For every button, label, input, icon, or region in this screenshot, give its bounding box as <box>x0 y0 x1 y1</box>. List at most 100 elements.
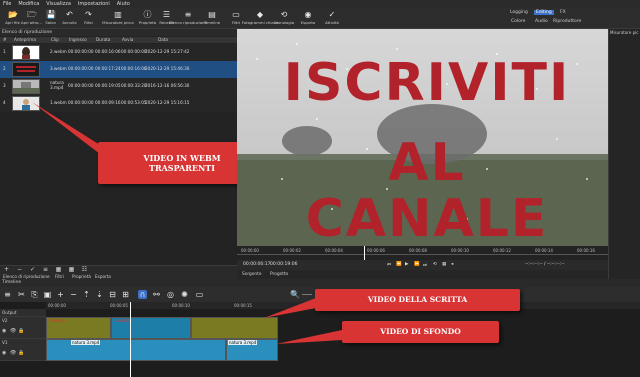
add-icon[interactable]: + <box>3 267 10 273</box>
play-icon[interactable]: ▶ <box>405 262 408 267</box>
folder-open-button[interactable]: 📂 Apri file <box>3 8 22 29</box>
mode-editing[interactable]: Editing <box>534 10 554 15</box>
row-start: 00:00:16:06 <box>121 66 147 71</box>
mute-icon[interactable]: ◉ <box>2 328 6 334</box>
callout-webm-pointer <box>32 102 100 154</box>
lock-icon[interactable]: 🔒 <box>18 328 24 334</box>
mute-icon[interactable]: ◉ <box>2 350 6 356</box>
callout-sfondo: VIDEO DI SFONDO <box>342 321 499 343</box>
menu-file[interactable]: File <box>3 1 11 7</box>
scrub-icon[interactable]: ⚯ <box>152 290 161 299</box>
menu-impostazioni[interactable]: Impostazioni <box>78 1 110 7</box>
loop-icon[interactable]: ⟲ <box>433 262 437 267</box>
toolbar-label: Salva <box>45 20 56 25</box>
menu-icon[interactable]: ≡ <box>3 290 12 299</box>
grid-icon[interactable]: ▦ <box>442 262 446 267</box>
tiles-view-icon[interactable]: ☷ <box>81 267 88 273</box>
skip-end-icon[interactable]: ⏭ <box>423 262 427 268</box>
history-button[interactable]: ⟲ Cronologia <box>272 8 296 29</box>
mode-audio[interactable]: Audio <box>535 19 548 24</box>
playlist-button[interactable]: ≡ Elenco riproduzione <box>169 8 207 29</box>
merge-icon[interactable]: ⊞ <box>121 290 130 299</box>
v1-clip-1[interactable]: natura 3.mp4 <box>46 339 226 361</box>
hide-icon[interactable]: 👁 <box>10 350 16 356</box>
col-num[interactable]: # <box>3 37 7 43</box>
col-start[interactable]: Avvia <box>122 37 133 43</box>
volume-icon[interactable]: ◂ <box>451 262 453 267</box>
undo-button[interactable]: ↶ Annulla <box>60 8 79 29</box>
ripple-all-icon[interactable]: ✺ <box>180 290 189 299</box>
ripple-markers-icon[interactable]: ▭ <box>195 290 204 299</box>
icon-view-icon[interactable]: ▦ <box>68 267 75 273</box>
lift-icon[interactable]: ⇡ <box>82 290 91 299</box>
filters-button[interactable]: ▭ Filtri <box>224 8 248 29</box>
playlist-row[interactable]: 3 natura 3.mp4 00:00:00:00 00:00:19:05 0… <box>0 78 237 95</box>
undo-icon: ↶ <box>66 10 73 19</box>
copy-icon[interactable]: ⎘ <box>30 290 39 299</box>
overlay-text-line2: AL CANALE <box>305 133 549 249</box>
v1-track-header[interactable]: V1 ◉ 👁 🔒 <box>0 339 46 361</box>
save-button[interactable]: 💾 Salva <box>41 8 60 29</box>
update-icon[interactable]: ✓ <box>29 267 36 273</box>
viewer-playhead[interactable] <box>364 246 365 260</box>
row-num: 1 <box>3 49 6 54</box>
rewind-icon[interactable]: ⏪ <box>396 262 402 267</box>
menu-visualizza[interactable]: Visualizza <box>46 1 71 7</box>
split-icon[interactable]: ⊟ <box>108 290 117 299</box>
timecode-total: 00:00:19:06 <box>270 262 298 267</box>
grid-view-icon[interactable]: ▦ <box>55 267 62 273</box>
thumbnail-portrait <box>12 45 40 60</box>
row-clip: 2.webm <box>50 49 67 54</box>
col-preview[interactable]: Anteprima <box>14 37 36 43</box>
properties-button[interactable]: ⓘ Proprietà <box>138 8 157 29</box>
playlist-row[interactable]: 2 3.webm 00:00:00:00 00:00:17:24 00:00:1… <box>0 61 237 78</box>
mode-fx[interactable]: FX <box>560 10 566 15</box>
playlist-row[interactable]: 1 2.webm 00:00:00:00 00:00:16:06 00:00:0… <box>0 44 237 61</box>
paste-icon[interactable]: ▣ <box>43 290 52 299</box>
append-icon[interactable]: + <box>56 290 65 299</box>
v2-track-header[interactable]: V2 ◉ 👁 🔒 <box>0 317 46 339</box>
col-date[interactable]: Data <box>158 37 168 43</box>
recent-button[interactable]: ☰ Recenti <box>157 8 176 29</box>
toolbar-label: Rifai <box>84 20 93 25</box>
row-duration: 00:00:16:06 <box>95 49 121 54</box>
timecode-current[interactable]: 00:00:06:17 <box>243 262 270 267</box>
list-view-icon[interactable]: ≡ <box>42 267 49 273</box>
tab-source[interactable]: Sorgente <box>242 272 261 277</box>
viewer-ruler[interactable]: 00:00:00 00:00:02 00:00:04 00:00:06 00:00:08… <box>237 246 608 260</box>
tab-project[interactable]: Progetto <box>270 272 288 277</box>
fast-forward-icon[interactable]: ⏩ <box>414 262 420 267</box>
mode-logging[interactable]: Logging <box>510 10 528 15</box>
mode-riproduttore[interactable]: Riproduttore <box>553 19 581 24</box>
col-duration[interactable]: Durata <box>96 37 110 43</box>
hide-icon[interactable]: 👁 <box>10 328 16 334</box>
ripple-icon[interactable]: ◎ <box>166 290 175 299</box>
folder-plus-button[interactable]: 🗁 Apri altro... <box>21 8 42 29</box>
skip-start-icon[interactable]: ⏮ <box>387 262 391 268</box>
menu-modifica[interactable]: Modifica <box>18 1 39 7</box>
menu-aiuto[interactable]: Aiuto <box>117 1 130 7</box>
v1-clip-2[interactable]: natura 3.mp4 <box>226 339 278 361</box>
timeline-button[interactable]: ▤ Timeline <box>200 8 224 29</box>
mode-colore[interactable]: Colore <box>511 19 525 24</box>
snap-icon[interactable]: ∩ <box>138 290 147 299</box>
lock-icon[interactable]: 🔒 <box>18 350 24 356</box>
col-clip[interactable]: Clip <box>51 37 59 43</box>
remove-icon[interactable]: − <box>16 267 23 273</box>
video-viewer[interactable]: ISCRIVITI AL CANALE <box>237 29 608 249</box>
export-button[interactable]: ◉ Esporta <box>296 8 320 29</box>
timeline-playhead[interactable] <box>130 302 131 377</box>
cut-icon[interactable]: ✂ <box>17 290 26 299</box>
col-in[interactable]: Ingresso <box>69 37 87 43</box>
zoom-slider[interactable] <box>302 294 312 295</box>
timeline-tick: 00:00:00 <box>48 303 66 308</box>
v2-clip-1[interactable]: 2.webm <box>46 317 111 339</box>
v2-clip-2[interactable]: 3.webm <box>111 317 191 339</box>
redo-button[interactable]: ↷ Rifai <box>79 8 98 29</box>
keyframes-button[interactable]: ◆ Fotogrammi chiave <box>242 8 279 29</box>
thumbnail-text <box>12 62 40 77</box>
overwrite-icon[interactable]: ⇣ <box>95 290 104 299</box>
jobs-button[interactable]: ✓ Attività <box>320 8 344 29</box>
peak-meter-button[interactable]: ▥ Misuratore picco <box>98 8 138 29</box>
remove-icon[interactable]: − <box>69 290 78 299</box>
